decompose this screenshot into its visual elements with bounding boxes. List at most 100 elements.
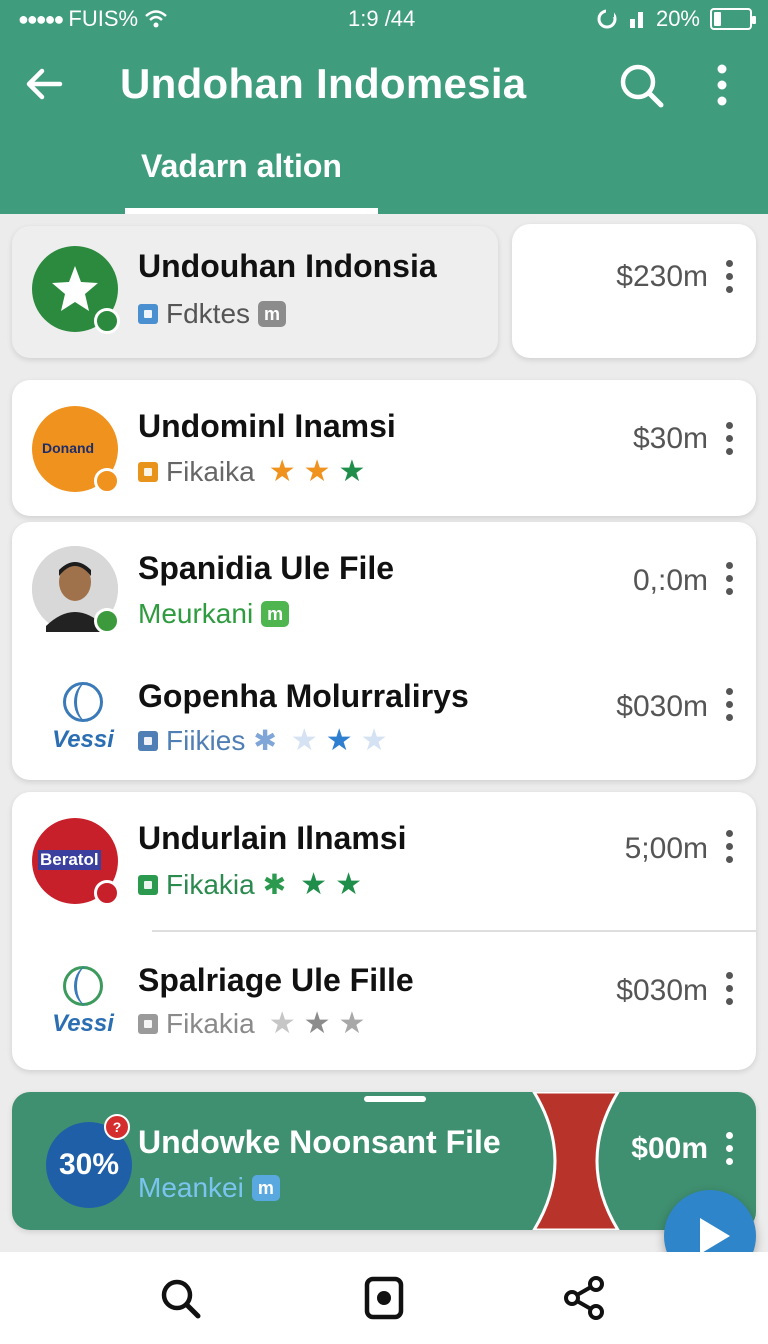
item-subtitle-row: Meankei m	[138, 1172, 280, 1204]
item-subtitle: Fdktes	[166, 298, 251, 329]
rating-stars: ★ ★	[300, 867, 362, 901]
logo-text: Beratol	[38, 850, 101, 870]
tag-badge: m	[261, 601, 290, 627]
star-icon: ★	[335, 867, 362, 901]
list-group: Spanidia Ule File Meurkani m 0,:0m Vessi…	[12, 522, 756, 780]
item-subtitle-row: Meurkani m	[138, 598, 290, 630]
search-icon[interactable]	[156, 1274, 204, 1322]
cell-signal-icon	[629, 12, 643, 28]
record-icon[interactable]	[360, 1274, 408, 1322]
item-title: Gopenha Molurralirys	[138, 678, 469, 714]
item-subtitle: Meurkani	[138, 598, 254, 629]
loading-icon: ✱	[262, 869, 287, 900]
list-item[interactable]: Vessi Gopenha Molurralirys Fiikies ✱ ★ ★…	[12, 652, 756, 780]
star-icon: ★	[303, 455, 331, 488]
file-icon	[138, 874, 158, 895]
list-group: Beratol Undurlain Ilnamsi Fikakia ✱ ★ ★ …	[12, 792, 756, 1070]
item-subtitle: Meankei	[138, 1172, 244, 1203]
battery-icon	[710, 8, 756, 30]
status-left: ●●●●● FUIS%	[18, 6, 168, 32]
avatar: Donand	[32, 406, 120, 494]
page-title: Undohan Indomesia	[120, 60, 527, 107]
ring-icon	[63, 682, 103, 722]
list-item[interactable]: Undouhan Indonsia Fdktes m	[12, 226, 498, 358]
search-icon[interactable]	[616, 60, 666, 110]
ring-icon	[63, 966, 103, 1006]
more-vert-icon[interactable]	[722, 562, 736, 596]
item-subtitle: Fikakia	[166, 1008, 255, 1039]
status-dot	[94, 468, 120, 494]
loading-icon: ✱	[253, 725, 277, 756]
status-bar: ●●●●● FUIS% 1:9 /44 20%	[0, 0, 768, 36]
item-title: Spalriage Ule Fille	[138, 962, 414, 998]
star-icon: ★	[268, 455, 296, 488]
more-vert-icon[interactable]	[722, 1132, 736, 1166]
bottom-nav	[0, 1252, 768, 1344]
file-icon	[138, 304, 158, 324]
battery-percent: 20%	[655, 6, 700, 31]
logo-text: Vessi	[52, 726, 114, 753]
item-price: 5;00m	[624, 832, 708, 865]
star-icon: ★	[303, 1007, 331, 1040]
file-icon	[138, 462, 158, 482]
status-dot	[94, 308, 120, 334]
rating-stars: ★ ★ ★	[268, 455, 366, 488]
clock: 1:9 /44	[348, 6, 416, 31]
item-price: $00m	[631, 1132, 708, 1165]
avatar	[32, 246, 120, 334]
item-subtitle: Fiikies	[166, 724, 246, 756]
more-vert-icon[interactable]	[722, 972, 736, 1006]
list-item[interactable]: Spanidia Ule File Meurkani m 0,:0m	[12, 522, 756, 652]
signal-icon: ●●●●●	[18, 8, 64, 29]
rating-stars: ★ ★ ★	[268, 1007, 366, 1040]
share-icon[interactable]	[560, 1274, 608, 1322]
tag-badge: m	[258, 301, 287, 327]
star-icon: ★	[290, 723, 318, 757]
more-vert-icon[interactable]	[722, 260, 736, 294]
star-icon: ★	[268, 1007, 296, 1040]
avatar	[32, 546, 120, 634]
price-card[interactable]: $230m	[512, 224, 756, 358]
star-icon: ★	[338, 455, 366, 488]
status-dot	[94, 608, 120, 634]
tab-indicator	[125, 208, 378, 214]
carrier-label: FUIS%	[68, 6, 139, 31]
notification-badge: ?	[104, 1114, 130, 1140]
star-icon: ★	[325, 723, 353, 757]
item-price: $30m	[632, 422, 708, 455]
item-price: $030m	[616, 690, 708, 723]
item-title: Undowke Noonsant File	[138, 1124, 501, 1160]
avatar: Beratol	[32, 818, 120, 906]
tab-vadarn-altion[interactable]: Vadarn altion	[125, 140, 378, 214]
item-price: $230m	[616, 260, 708, 293]
star-icon: ★	[338, 1007, 366, 1040]
item-subtitle-row: Fikaika ★ ★ ★	[138, 456, 365, 488]
app-bar: Undohan Indomesia	[0, 44, 768, 128]
vessi-logo: Vessi	[48, 682, 118, 754]
drag-handle[interactable]	[364, 1096, 426, 1102]
logo-text: Donand	[42, 440, 95, 456]
item-title: Undominl Inamsi	[138, 408, 396, 444]
item-price: 0,:0m	[632, 564, 708, 597]
wifi-icon	[145, 10, 167, 28]
more-vert-icon[interactable]	[722, 422, 736, 456]
more-vert-icon[interactable]	[722, 688, 736, 722]
more-vert-icon[interactable]	[722, 830, 736, 864]
more-vert-icon[interactable]	[700, 60, 744, 110]
tab-label: Vadarn altion	[141, 148, 342, 184]
now-playing-card[interactable]: 30% ? Undowke Noonsant File Meankei m $0…	[12, 1092, 756, 1230]
arrow-left-icon[interactable]	[22, 62, 66, 106]
list-item[interactable]: Vessi Spalriage Ule Fille Fikakia ★ ★ ★ …	[12, 932, 756, 1070]
status-dot	[94, 880, 120, 906]
item-title: Spanidia Ule File	[138, 550, 395, 586]
item-subtitle: Fikakia	[166, 868, 255, 900]
file-icon	[138, 730, 158, 751]
list-item[interactable]: Donand Undominl Inamsi Fikaika ★ ★ ★ $30…	[12, 380, 756, 516]
list-item[interactable]: Beratol Undurlain Ilnamsi Fikakia ✱ ★ ★ …	[12, 792, 756, 930]
item-title: Undurlain Ilnamsi	[138, 820, 407, 856]
app-header: ●●●●● FUIS% 1:9 /44 20% Undohan Indomesi…	[0, 0, 768, 214]
item-price: $030m	[616, 974, 708, 1007]
item-subtitle-row: Fiikies ✱ ★ ★ ★	[138, 724, 388, 757]
tag-badge: m	[251, 1175, 280, 1201]
vessi-logo: Vessi	[48, 966, 118, 1038]
